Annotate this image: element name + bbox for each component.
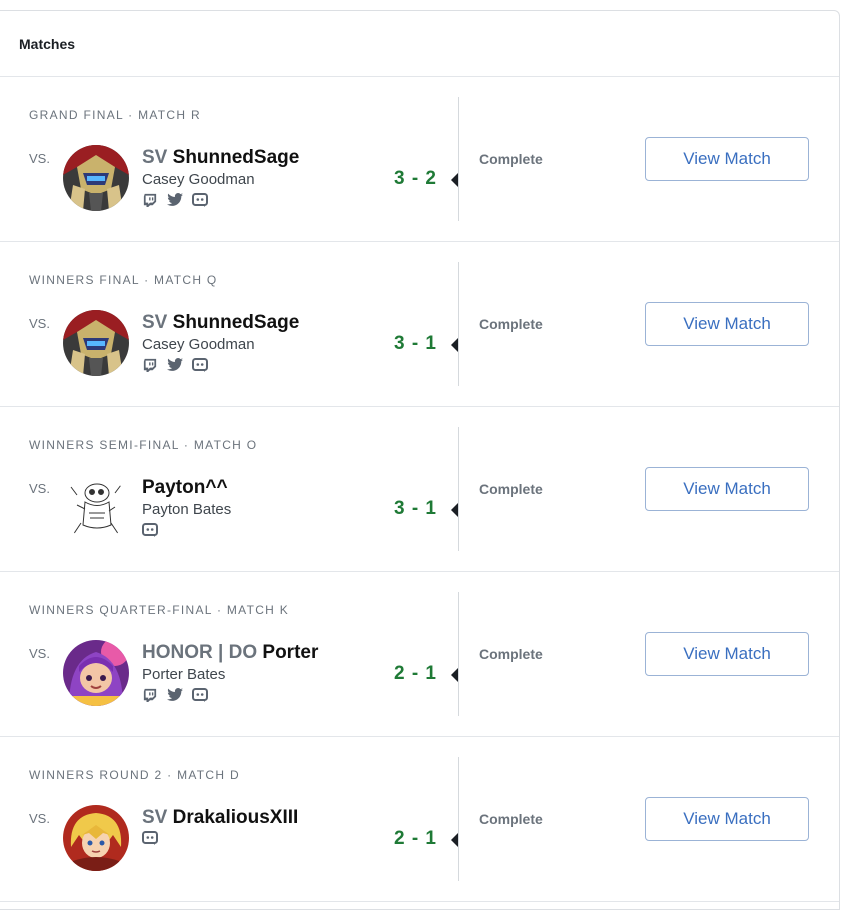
player-real-name: Casey Goodman — [142, 336, 255, 353]
player-avatar[interactable] — [63, 475, 129, 541]
player-name[interactable]: SV ShunnedSage — [142, 147, 299, 169]
player-avatar[interactable] — [63, 640, 129, 706]
gamertag: ShunnedSage — [172, 147, 300, 168]
player-avatar[interactable] — [63, 145, 129, 211]
vs-label: VS. — [29, 316, 50, 331]
team-prefix: SV — [142, 312, 168, 333]
vs-label: VS. — [29, 151, 50, 166]
twitter-icon[interactable] — [167, 688, 183, 702]
divider — [458, 262, 459, 386]
match-round-label: Winners Round 2 · Match D — [29, 768, 240, 782]
vs-label: VS. — [29, 646, 50, 661]
social-links — [142, 831, 158, 845]
match-row: Grand Final · Match R VS. SV ShunnedSage… — [0, 77, 839, 242]
match-status: Complete — [479, 646, 543, 662]
winner-arrow-icon — [451, 503, 458, 517]
gamertag: ShunnedSage — [172, 312, 300, 333]
view-match-button[interactable]: View Match — [645, 137, 809, 181]
player-name[interactable]: HONOR | DO Porter — [142, 642, 318, 664]
match-row: Winners Final · Match Q VS. SV ShunnedSa… — [0, 242, 839, 407]
divider — [458, 757, 459, 881]
divider — [458, 97, 459, 221]
twitter-icon[interactable] — [167, 358, 183, 372]
social-links — [142, 358, 208, 372]
player-name[interactable]: Payton^^ — [142, 477, 228, 499]
match-round-label: Winners Quarter-Final · Match K — [29, 603, 290, 617]
vs-label: VS. — [29, 481, 50, 496]
player-avatar[interactable] — [63, 310, 129, 376]
discord-icon[interactable] — [142, 831, 158, 845]
match-row: Winners Quarter-Final · Match K VS. HONO… — [0, 572, 839, 737]
match-score: 3 - 1 — [393, 333, 437, 354]
twitter-icon[interactable] — [167, 193, 183, 207]
discord-icon[interactable] — [192, 193, 208, 207]
match-status: Complete — [479, 811, 543, 827]
team-prefix: SV — [142, 147, 168, 168]
match-row: Winners Round 2 · Match D VS. SV Drakali… — [0, 737, 839, 902]
winner-arrow-icon — [451, 668, 458, 682]
twitch-icon[interactable] — [142, 688, 158, 702]
player-name[interactable]: SV ShunnedSage — [142, 312, 299, 334]
discord-icon[interactable] — [192, 358, 208, 372]
twitch-icon[interactable] — [142, 193, 158, 207]
match-row: Winners Semi-Final · Match O VS. Payton^… — [0, 407, 839, 572]
social-links — [142, 193, 208, 207]
match-round-label: Winners Semi-Final · Match O — [29, 438, 258, 452]
gamertag: DrakaliousXIII — [172, 807, 299, 828]
match-status: Complete — [479, 481, 543, 497]
social-links — [142, 523, 158, 537]
matches-panel: Matches Grand Final · Match R VS. SV Shu… — [0, 10, 840, 910]
gamertag: Porter — [262, 642, 319, 663]
team-prefix: SV — [142, 807, 168, 828]
panel-title: Matches — [19, 35, 76, 52]
match-status: Complete — [479, 151, 543, 167]
player-name[interactable]: SV DrakaliousXIII — [142, 807, 298, 829]
view-match-button[interactable]: View Match — [645, 797, 809, 841]
player-real-name: Payton Bates — [142, 501, 232, 518]
match-round-label: Winners Final · Match Q — [29, 273, 218, 287]
player-real-name: Porter Bates — [142, 666, 226, 683]
team-prefix: HONOR | DO — [142, 642, 258, 663]
match-score: 3 - 1 — [393, 498, 437, 519]
view-match-button[interactable]: View Match — [645, 467, 809, 511]
winner-arrow-icon — [451, 833, 458, 847]
divider — [458, 427, 459, 551]
match-score: 3 - 2 — [393, 168, 437, 189]
vs-label: VS. — [29, 811, 50, 826]
social-links — [142, 688, 208, 702]
player-real-name: Casey Goodman — [142, 171, 255, 188]
gamertag: Payton^^ — [142, 477, 228, 498]
discord-icon[interactable] — [142, 523, 158, 537]
winner-arrow-icon — [451, 173, 458, 187]
match-score: 2 - 1 — [393, 663, 437, 684]
discord-icon[interactable] — [192, 688, 208, 702]
divider — [458, 592, 459, 716]
match-list: Grand Final · Match R VS. SV ShunnedSage… — [0, 77, 839, 902]
view-match-button[interactable]: View Match — [645, 632, 809, 676]
player-avatar[interactable] — [63, 805, 129, 871]
match-score: 2 - 1 — [393, 828, 437, 849]
winner-arrow-icon — [451, 338, 458, 352]
match-round-label: Grand Final · Match R — [29, 108, 201, 122]
view-match-button[interactable]: View Match — [645, 302, 809, 346]
match-status: Complete — [479, 316, 543, 332]
twitch-icon[interactable] — [142, 358, 158, 372]
panel-header: Matches — [0, 11, 839, 77]
